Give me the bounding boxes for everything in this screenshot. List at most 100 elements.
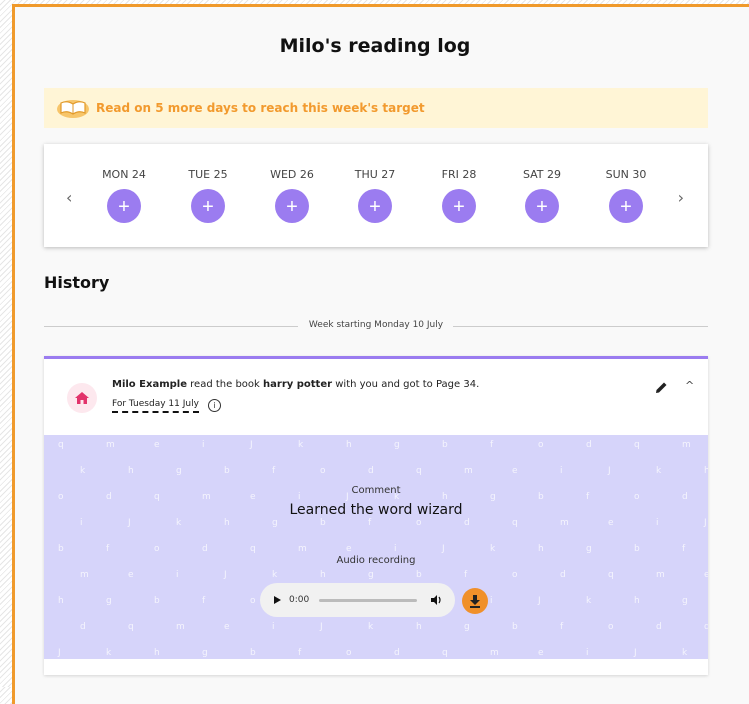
add-reading-button-thu[interactable]: + bbox=[358, 189, 392, 223]
svg-text:g: g bbox=[272, 518, 278, 528]
svg-text:b: b bbox=[224, 466, 230, 476]
svg-text:h: h bbox=[128, 466, 134, 476]
previous-week-button[interactable]: ‹ bbox=[66, 188, 72, 207]
day-thu: THU 27 + bbox=[345, 168, 405, 223]
svg-text:f: f bbox=[490, 440, 494, 450]
svg-text:i: i bbox=[176, 570, 179, 580]
svg-text:J: J bbox=[607, 466, 611, 476]
svg-text:f: f bbox=[298, 648, 302, 658]
svg-text:h: h bbox=[538, 544, 544, 554]
svg-text:k: k bbox=[586, 596, 592, 606]
day-label: SAT 29 bbox=[522, 168, 562, 181]
svg-text:o: o bbox=[250, 596, 256, 606]
svg-text:k: k bbox=[368, 622, 374, 632]
svg-text:h: h bbox=[154, 648, 160, 658]
audio-recording-label: Audio recording bbox=[336, 555, 416, 566]
svg-text:o: o bbox=[608, 622, 614, 632]
svg-text:e: e bbox=[704, 570, 708, 580]
svg-text:m: m bbox=[106, 440, 115, 450]
svg-text:h: h bbox=[58, 596, 64, 606]
svg-text:k: k bbox=[682, 648, 688, 658]
svg-text:k: k bbox=[656, 466, 662, 476]
svg-text:f: f bbox=[464, 570, 468, 580]
comment-text: Learned the word wizard bbox=[289, 502, 463, 518]
svg-text:J: J bbox=[223, 570, 227, 580]
audio-time: 0:00 bbox=[289, 595, 310, 605]
svg-text:i: i bbox=[560, 466, 563, 476]
add-reading-button-mon[interactable]: + bbox=[107, 189, 141, 223]
svg-text:d: d bbox=[464, 518, 470, 528]
add-reading-button-tue[interactable]: + bbox=[191, 189, 225, 223]
svg-text:b: b bbox=[250, 648, 256, 658]
week-selector: ‹ MON 24 + TUE 25 + WED 26 + THU 27 + FR… bbox=[44, 144, 708, 247]
svg-text:f: f bbox=[560, 622, 564, 632]
svg-text:d: d bbox=[394, 648, 400, 658]
audio-player: 0:00 bbox=[260, 583, 455, 617]
svg-text:g: g bbox=[368, 570, 374, 580]
day-label: FRI 28 bbox=[441, 168, 477, 181]
svg-text:g: g bbox=[586, 544, 592, 554]
entry-detail-panel: q m e i Jk h g b f o d q m k h g b f o d q m e i Jk h o d q m e i Jk h g b f… bbox=[44, 435, 708, 659]
svg-text:h: h bbox=[320, 570, 326, 580]
day-sun: SUN 30 + bbox=[596, 168, 656, 223]
add-reading-button-sat[interactable]: + bbox=[525, 189, 559, 223]
play-icon[interactable] bbox=[274, 596, 281, 604]
svg-text:b: b bbox=[320, 518, 326, 528]
add-reading-button-fri[interactable]: + bbox=[442, 189, 476, 223]
svg-text:q: q bbox=[704, 622, 708, 632]
svg-text:i: i bbox=[272, 622, 275, 632]
svg-text:m: m bbox=[682, 440, 691, 450]
svg-text:e: e bbox=[608, 518, 614, 528]
svg-text:d: d bbox=[80, 622, 86, 632]
svg-text:J: J bbox=[633, 648, 637, 658]
entry-date: For Tuesday 11 July bbox=[112, 399, 199, 413]
svg-text:J: J bbox=[441, 544, 445, 554]
svg-text:g: g bbox=[106, 596, 112, 606]
svg-text:o: o bbox=[538, 440, 544, 450]
day-wed: WED 26 + bbox=[262, 168, 322, 223]
svg-text:i: i bbox=[202, 440, 205, 450]
svg-text:f: f bbox=[202, 596, 206, 606]
svg-text:g: g bbox=[202, 648, 208, 658]
svg-text:e: e bbox=[512, 466, 518, 476]
svg-text:f: f bbox=[682, 544, 686, 554]
svg-text:f: f bbox=[272, 466, 276, 476]
svg-text:b: b bbox=[442, 440, 448, 450]
edit-pencil-icon[interactable] bbox=[655, 379, 668, 398]
banner-text: Read on 5 more days to reach this week's… bbox=[96, 101, 425, 115]
svg-text:e: e bbox=[154, 440, 160, 450]
svg-text:g: g bbox=[394, 440, 400, 450]
entry-text-progress: with you and got to Page 34. bbox=[332, 379, 480, 390]
page-title: Milo's reading log bbox=[279, 35, 471, 57]
svg-text:i: i bbox=[586, 648, 589, 658]
svg-text:o: o bbox=[512, 570, 518, 580]
svg-text:J: J bbox=[249, 440, 253, 450]
svg-text:k: k bbox=[106, 648, 112, 658]
entry-text-read: read the book bbox=[186, 379, 264, 390]
svg-text:q: q bbox=[634, 440, 640, 450]
week-divider: Week starting Monday 10 July bbox=[44, 319, 708, 333]
svg-text:q: q bbox=[512, 518, 518, 528]
svg-text:e: e bbox=[128, 570, 134, 580]
add-reading-button-sun[interactable]: + bbox=[609, 189, 643, 223]
download-button[interactable] bbox=[462, 588, 488, 614]
svg-text:o: o bbox=[320, 466, 326, 476]
info-icon[interactable]: i bbox=[208, 399, 221, 412]
reading-log-panel: Milo's reading log Read on 5 more days t… bbox=[12, 4, 749, 704]
svg-text:q: q bbox=[250, 544, 256, 554]
chevron-up-icon[interactable]: ^ bbox=[685, 379, 694, 392]
svg-text:b: b bbox=[634, 544, 640, 554]
day-label: SUN 30 bbox=[605, 168, 647, 181]
download-icon bbox=[470, 594, 480, 608]
next-week-button[interactable]: › bbox=[678, 188, 684, 207]
svg-text:d: d bbox=[656, 622, 662, 632]
volume-icon[interactable] bbox=[431, 595, 442, 605]
svg-text:m: m bbox=[656, 570, 665, 580]
audio-progress-bar[interactable] bbox=[319, 598, 418, 602]
reader-name: Milo Example bbox=[112, 379, 187, 390]
svg-text:q: q bbox=[442, 648, 448, 658]
add-reading-button-wed[interactable]: + bbox=[275, 189, 309, 223]
svg-text:J: J bbox=[57, 648, 61, 658]
svg-text:d: d bbox=[586, 440, 592, 450]
entry-summary: Milo Example read the book harry potter … bbox=[112, 379, 479, 390]
